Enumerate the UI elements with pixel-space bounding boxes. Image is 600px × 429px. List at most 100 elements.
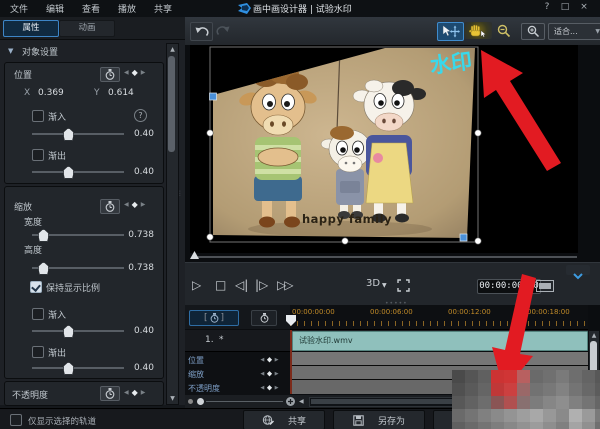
monitor-icon[interactable] (536, 280, 554, 292)
track-header[interactable]: 1. * (185, 330, 290, 352)
undo-button[interactable] (190, 22, 213, 41)
slider-track[interactable] (32, 171, 124, 173)
timeline-zoom-slider[interactable] (206, 401, 283, 402)
opacity-keyframe-timer-button[interactable] (100, 386, 120, 401)
prev-keyframe-icon[interactable]: ◀ (260, 385, 264, 391)
keyframe-icon[interactable]: ◆ (132, 200, 138, 209)
redo-button[interactable] (213, 22, 234, 39)
keyframe-track[interactable] (290, 366, 588, 380)
play-button[interactable]: ▷ (192, 278, 201, 292)
scrollbar-thumb[interactable] (311, 399, 569, 404)
zoom-out-tool-button[interactable] (492, 22, 516, 39)
keyframe-icon[interactable]: ◆ (132, 388, 138, 397)
scale-fade-out-checkbox[interactable] (32, 346, 44, 358)
timeline-vscrollbar[interactable]: ▲ ▼ (588, 330, 600, 397)
slider-thumb[interactable] (63, 166, 74, 179)
menu-share[interactable]: 共享 (154, 2, 172, 15)
selection-handle[interactable] (475, 238, 481, 244)
selection-handle[interactable] (207, 130, 213, 136)
maximize-button[interactable]: □ (558, 1, 572, 14)
scroll-right-icon[interactable]: ▶ (575, 398, 580, 405)
previous-frame-button[interactable]: ◁| (235, 278, 248, 292)
slider-thumb[interactable] (38, 262, 49, 275)
show-selected-track-checkbox[interactable] (10, 414, 22, 426)
save-as-button[interactable]: 另存为 (333, 410, 425, 429)
stop-button[interactable]: □ (215, 278, 226, 292)
help-button[interactable]: ? (540, 1, 554, 14)
scroll-up-icon[interactable]: ▲ (589, 332, 599, 339)
select-tool-button[interactable] (437, 22, 464, 41)
slider-thumb[interactable] (63, 362, 74, 375)
keyframe-icon[interactable]: ◆ (267, 384, 272, 392)
timeline-clip[interactable]: 试验水印.wmv (292, 331, 588, 351)
keyframe-track[interactable] (290, 352, 588, 366)
tab-properties[interactable]: 属性 (3, 20, 59, 37)
share-button[interactable]: 共享 (243, 410, 325, 429)
position-keyframe-timer-button[interactable] (100, 67, 120, 82)
selection-handle[interactable] (210, 93, 217, 100)
3d-mode-button[interactable]: 3D (366, 278, 380, 289)
timer-toggle-button[interactable] (251, 310, 277, 326)
selection-handle[interactable] (460, 234, 467, 241)
fade-out-checkbox[interactable] (32, 149, 44, 161)
selection-handle[interactable] (207, 234, 213, 240)
panel-splitter[interactable]: ⋯ (176, 190, 183, 197)
next-keyframe-icon[interactable]: ▶ (275, 385, 279, 391)
zoom-fit-dropdown[interactable]: 适合... ▼ (548, 23, 600, 40)
collapse-icon[interactable]: ▼ (8, 47, 13, 55)
timeline-hscrollbar[interactable] (309, 397, 573, 407)
next-keyframe-icon[interactable]: ▶ (141, 389, 146, 396)
hand-tool-button[interactable] (464, 22, 492, 39)
scrollbar-thumb[interactable] (168, 56, 175, 152)
menu-edit[interactable]: 编辑 (46, 2, 64, 15)
slider-thumb[interactable] (63, 325, 74, 338)
prev-keyframe-icon[interactable]: ◀ (260, 357, 264, 363)
slider-track[interactable] (32, 367, 124, 369)
fast-forward-button[interactable]: ▷▷ (277, 278, 291, 292)
bottom-right-button[interactable] (433, 410, 599, 429)
scroll-left-icon[interactable]: ◀ (299, 398, 304, 405)
next-frame-button[interactable]: |▷ (255, 278, 268, 292)
keyframe-icon[interactable]: ◆ (132, 68, 138, 77)
keyframe-icon[interactable]: ◆ (267, 370, 272, 378)
scrollbar-thumb[interactable] (590, 341, 597, 385)
chevron-down-icon[interactable]: ▼ (382, 282, 387, 289)
panel-scrollbar[interactable]: ▲ ▼ (166, 43, 179, 405)
slider-thumb[interactable] (63, 128, 74, 141)
timeline-ruler[interactable]: 00:00:00:00 00:00:06:00 00:00:12:00 00:0… (290, 305, 588, 330)
zoom-in-button[interactable] (521, 23, 545, 40)
prev-keyframe-icon[interactable]: ◀ (124, 389, 129, 396)
keep-ratio-checkbox[interactable] (30, 281, 42, 293)
menu-play[interactable]: 播放 (118, 2, 136, 15)
menu-view[interactable]: 查看 (82, 2, 100, 15)
timeline-zoom-thumb[interactable] (197, 398, 204, 405)
menu-file[interactable]: 文件 (10, 2, 28, 15)
keyframe-track[interactable] (290, 380, 588, 394)
help-icon[interactable]: ? (134, 109, 147, 122)
selection-handle[interactable] (342, 238, 348, 244)
next-keyframe-icon[interactable]: ▶ (275, 357, 279, 363)
scroll-up-icon[interactable]: ▲ (167, 46, 178, 53)
next-keyframe-icon[interactable]: ▶ (275, 371, 279, 377)
x-value[interactable]: 0.369 (38, 88, 64, 98)
watermark-text[interactable]: 水印 (429, 49, 474, 78)
timecode-display[interactable]: 00:00:00:00 (477, 279, 541, 294)
y-value[interactable]: 0.614 (108, 88, 134, 98)
collapse-preview-button[interactable] (566, 265, 590, 275)
prev-keyframe-icon[interactable]: ◀ (124, 69, 129, 76)
enlarge-preview-icon[interactable] (397, 279, 410, 292)
slider-track[interactable] (32, 330, 124, 332)
next-keyframe-icon[interactable]: ▶ (141, 69, 146, 76)
selection-handle[interactable] (475, 130, 481, 136)
close-button[interactable]: × (577, 1, 591, 14)
prev-keyframe-icon[interactable]: ◀ (124, 201, 129, 208)
slider-track[interactable] (32, 133, 124, 135)
scale-keyframe-timer-button[interactable] (100, 199, 120, 214)
prev-keyframe-icon[interactable]: ◀ (260, 371, 264, 377)
scroll-down-icon[interactable]: ▼ (589, 388, 599, 395)
fade-in-checkbox[interactable] (32, 110, 44, 122)
scale-fade-in-checkbox[interactable] (32, 308, 44, 320)
keyframe-icon[interactable]: ◆ (267, 356, 272, 364)
keyframe-mode-button[interactable]: [ ] (189, 310, 239, 326)
next-keyframe-icon[interactable]: ▶ (141, 201, 146, 208)
